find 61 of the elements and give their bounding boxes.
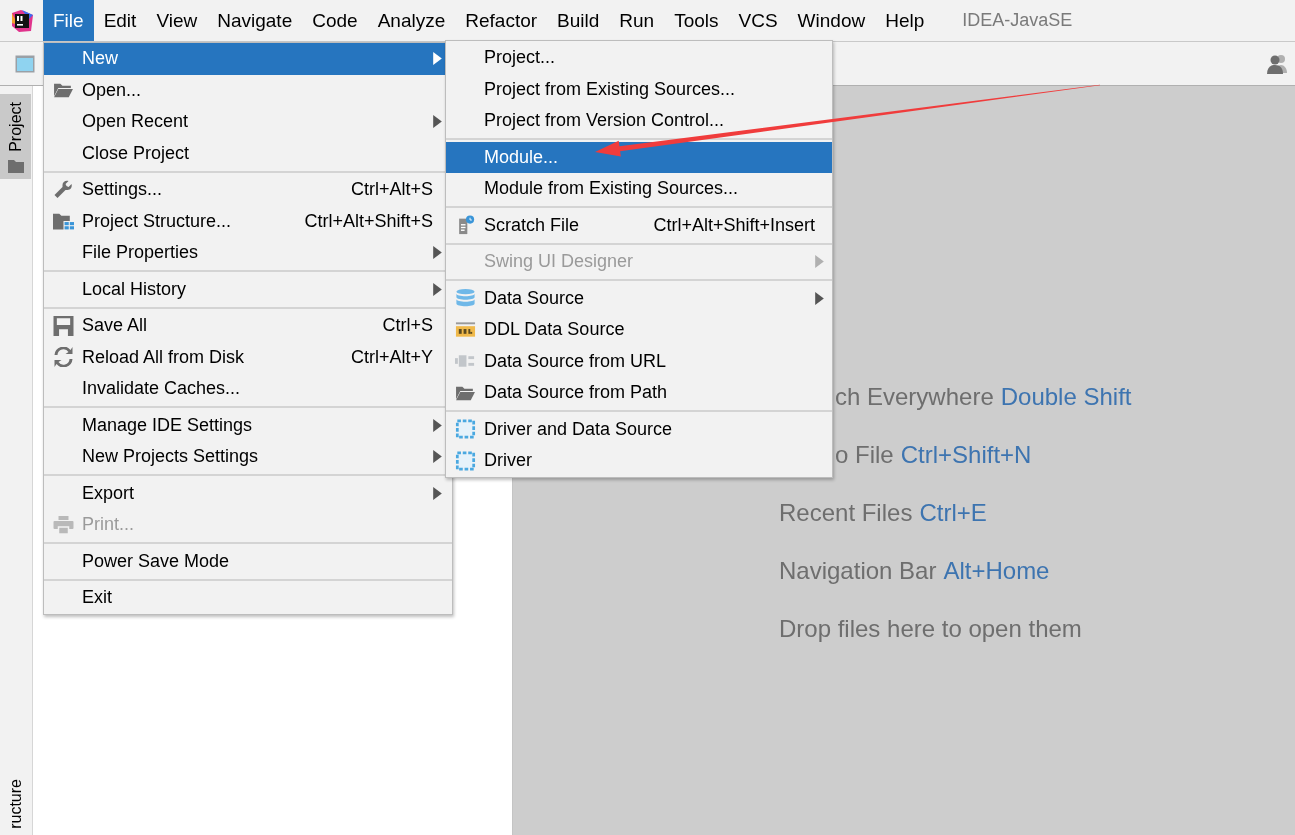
project-structure-icon [52, 211, 74, 232]
submenu-arrow-icon [433, 418, 442, 432]
window-icon[interactable] [15, 54, 35, 73]
menu-bar-item[interactable]: Analyze [367, 0, 456, 41]
menu-item[interactable]: Data Source from URL [446, 345, 832, 377]
menu-bar-item[interactable]: Refactor [455, 0, 548, 41]
submenu-arrow-icon [815, 255, 824, 269]
menu-item[interactable]: Power Save Mode [44, 545, 452, 577]
submenu-arrow-icon [433, 246, 442, 260]
menu-item[interactable]: Module from Existing Sources... [446, 173, 832, 205]
hint-text: Recent Files [779, 498, 913, 528]
menu-bar-item[interactable]: Run [609, 0, 665, 41]
users-icon[interactable] [1267, 53, 1289, 74]
menu-item[interactable]: Project from Version Control... [446, 105, 832, 137]
submenu-arrow-icon [815, 291, 824, 305]
project-title: IDEA-JavaSE [962, 9, 1073, 32]
menu-item[interactable]: Data Source [446, 282, 832, 314]
submenu-arrow-icon [433, 282, 442, 296]
shortcut-text: Double Shift [1000, 382, 1132, 412]
app-logo-icon [10, 8, 34, 33]
shortcut-text: Ctrl+E [919, 498, 987, 528]
tool-window-tab[interactable]: ructure [0, 771, 31, 835]
menu-bar-item[interactable]: File [43, 0, 94, 41]
hint-text: Drop files here to open them [779, 614, 1082, 644]
menu-item[interactable]: Exit [44, 582, 452, 614]
menu-item[interactable]: Module... [446, 141, 832, 173]
database-icon [454, 288, 476, 309]
menu-bar-item[interactable]: Edit [93, 0, 147, 41]
menu-bar-item[interactable]: Window [787, 0, 876, 41]
menu-item[interactable]: Project from Existing Sources... [446, 73, 832, 105]
wrench-icon [52, 179, 74, 200]
driver-icon [454, 450, 476, 471]
menu-item[interactable]: Export [44, 477, 452, 509]
submenu-arrow-icon [433, 486, 442, 500]
menu-bar-item[interactable]: VCS [728, 0, 788, 41]
menu-bar-item[interactable]: Code [302, 0, 368, 41]
submenu-arrow-icon [433, 52, 442, 66]
folder-icon [7, 159, 24, 173]
ddl-file-icon [454, 319, 476, 340]
shortcut-text: Alt+Home [943, 556, 1050, 586]
printer-icon [52, 514, 74, 535]
menu-bar-item[interactable]: Build [547, 0, 610, 41]
menu-bar-item[interactable]: Help [875, 0, 935, 41]
menu-bar-item[interactable]: Tools [664, 0, 729, 41]
driver-icon [454, 419, 476, 440]
tool-window-tab[interactable]: Project [0, 94, 31, 179]
save-icon [52, 315, 74, 336]
shortcut-text: Ctrl+Shift+N [900, 440, 1032, 470]
submenu-arrow-icon [433, 115, 442, 129]
menu-bar-item[interactable]: Navigate [207, 0, 303, 41]
menu-item[interactable]: DDL Data Source [446, 314, 832, 346]
submenu-arrow-icon [433, 450, 442, 464]
menu-item[interactable]: Scratch File Ctrl+Alt+Shift+Insert [446, 209, 832, 241]
hint-text: ch Everywhere [835, 382, 994, 412]
hint-text: o File [835, 440, 894, 470]
menu-item[interactable]: Data Source from Path [446, 377, 832, 409]
menu-item[interactable]: Driver and Data Source [446, 413, 832, 445]
reload-icon [52, 347, 74, 368]
menu-item[interactable]: Driver [446, 445, 832, 477]
hint-text: Navigation Bar [779, 556, 937, 586]
menu-bar-item[interactable]: View [146, 0, 208, 41]
